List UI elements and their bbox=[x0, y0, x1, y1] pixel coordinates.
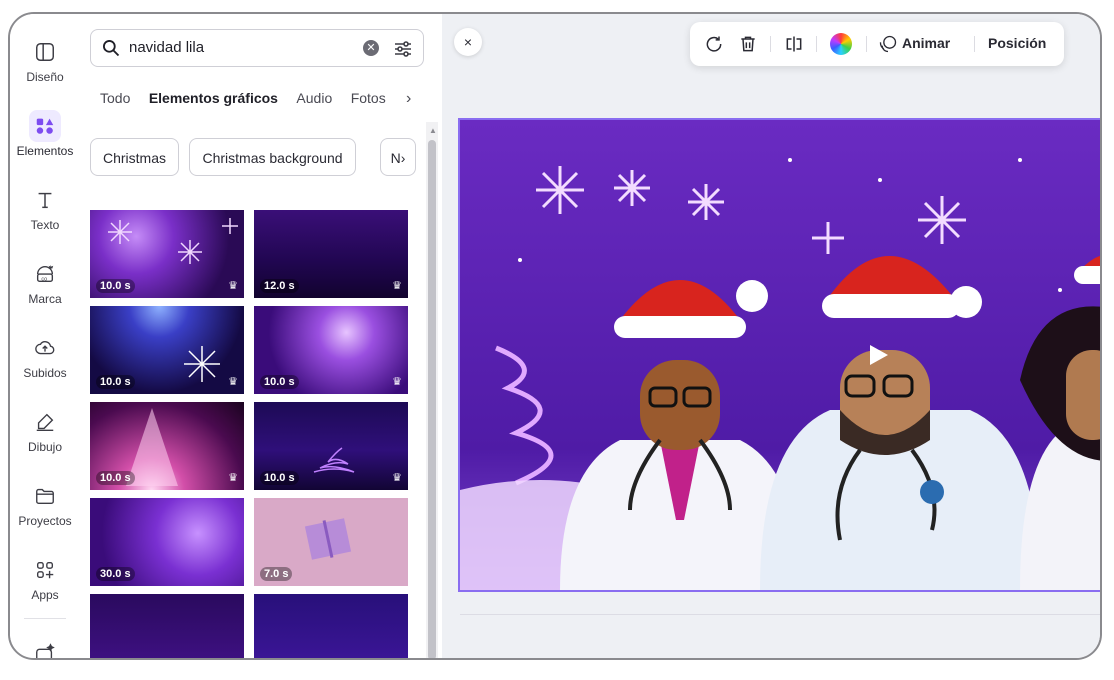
scroll-up-icon[interactable]: ▲ bbox=[429, 126, 437, 135]
magic-icon[interactable] bbox=[34, 642, 56, 658]
panel-scrollbar[interactable]: ▲ bbox=[426, 122, 438, 658]
clear-search-icon[interactable]: ✕ bbox=[363, 40, 379, 56]
replace-icon[interactable] bbox=[704, 34, 724, 54]
rail-label: Diseño bbox=[26, 70, 64, 84]
video-thumbnail[interactable]: 10.0 s ♛ bbox=[254, 306, 408, 394]
duration-badge: 12.0 s bbox=[260, 279, 299, 293]
toolbar-divider bbox=[816, 36, 817, 52]
page-divider bbox=[460, 614, 1100, 615]
rail-label: Proyectos bbox=[18, 514, 72, 528]
rail-item-marca[interactable]: co Marca bbox=[10, 248, 80, 320]
video-thumbnail[interactable] bbox=[254, 594, 408, 658]
cloud-upload-icon bbox=[29, 332, 61, 364]
toolbar-divider bbox=[866, 36, 867, 52]
duration-badge: 10.0 s bbox=[96, 471, 135, 485]
tab-todo[interactable]: Todo bbox=[100, 90, 130, 106]
duration-badge: 10.0 s bbox=[96, 375, 135, 389]
play-icon[interactable] bbox=[860, 338, 894, 372]
rail-label: Texto bbox=[30, 218, 60, 232]
video-thumbnail[interactable] bbox=[90, 594, 244, 658]
elements-panel: navidad lila ✕ Todo Elementos gráficos A… bbox=[80, 14, 443, 658]
duration-badge: 30.0 s bbox=[96, 567, 135, 581]
trash-icon[interactable] bbox=[738, 34, 758, 54]
doctors-christmas-illustration bbox=[460, 120, 1100, 590]
elements-icon bbox=[29, 110, 61, 142]
rail-item-proyectos[interactable]: Proyectos bbox=[10, 470, 80, 542]
crown-icon: ♛ bbox=[392, 376, 402, 388]
rail-label: Elementos bbox=[16, 144, 74, 158]
rail-item-apps[interactable]: Apps bbox=[10, 544, 80, 616]
rail-divider bbox=[24, 618, 66, 619]
brand-icon: co bbox=[29, 258, 61, 290]
video-thumbnail[interactable]: 7.0 s bbox=[254, 498, 408, 586]
tab-audio[interactable]: Audio bbox=[296, 90, 332, 106]
position-button[interactable]: Posición bbox=[988, 35, 1046, 51]
video-thumbnail[interactable]: 10.0 s ♛ bbox=[254, 402, 408, 490]
toolbar-divider bbox=[974, 36, 975, 52]
side-rail: Diseño Elementos Texto co Marca Subidos bbox=[10, 14, 81, 658]
editor-canvas: × Animar Posición bbox=[442, 14, 1100, 658]
video-thumbnail[interactable]: 10.0 s ♛ bbox=[90, 210, 244, 298]
rail-label: Apps bbox=[31, 588, 59, 602]
chips-next-button[interactable]: N› bbox=[380, 138, 416, 176]
scroll-thumb[interactable] bbox=[428, 140, 436, 658]
video-thumbnail[interactable]: 10.0 s ♛ bbox=[90, 306, 244, 394]
duration-badge: 10.0 s bbox=[96, 279, 135, 293]
search-box[interactable]: navidad lila ✕ bbox=[90, 29, 424, 67]
svg-text:co: co bbox=[41, 276, 47, 282]
tabs-next-button[interactable]: › bbox=[406, 90, 411, 108]
rail-item-subidos[interactable]: Subidos bbox=[10, 322, 80, 394]
crown-icon: ♛ bbox=[392, 280, 402, 292]
duration-badge: 10.0 s bbox=[260, 471, 299, 485]
rail-item-texto[interactable]: Texto bbox=[10, 174, 80, 246]
video-thumbnail[interactable]: 30.0 s bbox=[90, 498, 244, 586]
crown-icon: ♛ bbox=[392, 472, 402, 484]
layout-icon bbox=[29, 36, 61, 68]
crown-icon: ♛ bbox=[228, 376, 238, 388]
rail-item-elementos[interactable]: Elementos bbox=[10, 100, 80, 172]
crown-icon: ♛ bbox=[228, 280, 238, 292]
rail-label: Subidos bbox=[23, 366, 67, 380]
duration-badge: 7.0 s bbox=[260, 567, 293, 581]
tab-fotos[interactable]: Fotos bbox=[351, 90, 386, 106]
crown-icon: ♛ bbox=[228, 472, 238, 484]
close-panel-button[interactable]: × bbox=[454, 28, 482, 56]
flip-icon[interactable] bbox=[784, 34, 804, 54]
animate-icon bbox=[879, 35, 897, 53]
element-toolbar: Animar Posición bbox=[690, 22, 1064, 66]
draw-icon bbox=[29, 406, 61, 438]
rail-label: Dibujo bbox=[27, 440, 63, 454]
animate-button[interactable]: Animar bbox=[902, 35, 950, 51]
folder-icon bbox=[29, 480, 61, 512]
category-tabs: Todo Elementos gráficos Audio Fotos bbox=[100, 90, 430, 114]
video-thumbnail[interactable]: 10.0 s ♛ bbox=[90, 402, 244, 490]
apps-icon bbox=[29, 554, 61, 586]
toolbar-divider bbox=[770, 36, 771, 52]
color-picker-icon[interactable] bbox=[830, 33, 852, 55]
rail-item-diseno[interactable]: Diseño bbox=[10, 26, 80, 98]
suggestion-chips: Christmas Christmas background bbox=[90, 138, 410, 178]
app-window: Diseño Elementos Texto co Marca Subidos bbox=[8, 12, 1102, 660]
video-thumbnail[interactable]: 12.0 s ♛ bbox=[254, 210, 408, 298]
design-page[interactable] bbox=[458, 118, 1100, 592]
tab-elementos-graficos[interactable]: Elementos gráficos bbox=[149, 90, 278, 106]
rail-item-dibujo[interactable]: Dibujo bbox=[10, 396, 80, 468]
chip-christmas-background[interactable]: Christmas background bbox=[189, 138, 356, 176]
rail-label: Marca bbox=[28, 292, 62, 306]
duration-badge: 10.0 s bbox=[260, 375, 299, 389]
search-icon bbox=[103, 40, 120, 57]
text-icon bbox=[29, 184, 61, 216]
chip-christmas[interactable]: Christmas bbox=[90, 138, 180, 176]
search-input[interactable]: navidad lila bbox=[129, 39, 204, 56]
filter-icon[interactable] bbox=[391, 37, 415, 61]
